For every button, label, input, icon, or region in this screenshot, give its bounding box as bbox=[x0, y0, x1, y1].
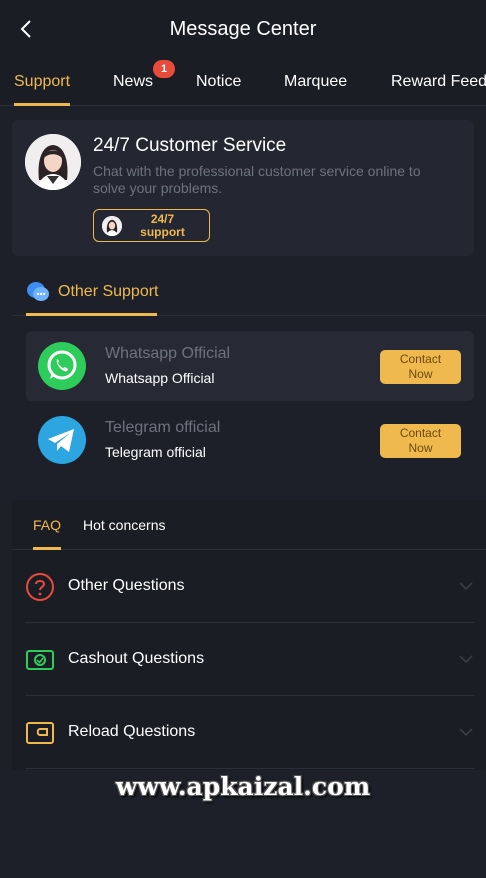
tab-hot-concerns[interactable]: Hot concerns bbox=[83, 500, 165, 550]
tab-faq[interactable]: FAQ bbox=[33, 500, 62, 550]
tab-marquee[interactable]: Marquee bbox=[284, 58, 347, 106]
tab-reward-feed[interactable]: Reward Feed bbox=[391, 58, 486, 106]
faq-item-reload-questions[interactable]: Reload Questions bbox=[25, 696, 474, 769]
tab-support[interactable]: Support bbox=[14, 58, 71, 106]
chevron-down-icon bbox=[459, 655, 473, 664]
whatsapp-icon bbox=[38, 342, 86, 390]
chevron-down-icon bbox=[459, 582, 473, 591]
chat-bubble-icon bbox=[27, 282, 49, 301]
faq-label-other: Other Questions bbox=[68, 577, 185, 594]
header: Message Center bbox=[0, 0, 486, 58]
agent-avatar-small-icon bbox=[102, 215, 122, 236]
tab-notice[interactable]: Notice bbox=[196, 58, 241, 106]
agent-avatar bbox=[25, 134, 81, 190]
chevron-down-icon bbox=[459, 728, 473, 737]
faq-section: FAQ Hot concerns Other Questions Cashout… bbox=[12, 500, 486, 770]
tab-notice-label: Notice bbox=[196, 73, 242, 90]
whatsapp-contact-button[interactable]: Contact Now bbox=[380, 350, 461, 384]
agent-avatar-small bbox=[102, 215, 122, 236]
telegram-name: Telegram official bbox=[105, 444, 206, 460]
service-description: Chat with the professional customer serv… bbox=[93, 163, 421, 196]
customer-service-card: 24/7 Customer Service Chat with the prof… bbox=[12, 120, 474, 256]
faq-item-other-questions[interactable]: Other Questions bbox=[25, 550, 474, 623]
chevron-left-icon bbox=[20, 20, 31, 38]
tab-other-support[interactable]: Other Support bbox=[26, 268, 159, 316]
tab-bar: Support News 1 Notice Marquee Reward Fee… bbox=[0, 58, 486, 106]
other-support-header: Other Support bbox=[12, 268, 486, 316]
page-title: Message Center bbox=[169, 17, 317, 40]
tab-faq-label: FAQ bbox=[33, 517, 62, 533]
wallet-icon bbox=[26, 722, 54, 744]
news-badge: 1 bbox=[153, 60, 176, 78]
telegram-icon bbox=[38, 416, 86, 464]
cashout-icon bbox=[26, 650, 54, 670]
faq-label-cashout: Cashout Questions bbox=[68, 650, 205, 667]
support-247-button[interactable]: 24/7 support bbox=[93, 209, 210, 242]
tab-reward-feed-label: Reward Feed bbox=[391, 73, 486, 90]
support-button-label: 24/7 support bbox=[140, 211, 185, 239]
tab-support-label: Support bbox=[14, 73, 71, 90]
contact-row-whatsapp: Whatsapp Official Whatsapp Official Cont… bbox=[26, 331, 474, 401]
contact-row-telegram: Telegram official Telegram official Cont… bbox=[26, 405, 474, 475]
agent-avatar-icon bbox=[25, 134, 81, 190]
tab-news[interactable]: News 1 bbox=[113, 58, 176, 106]
tab-news-label: News bbox=[113, 73, 154, 90]
other-support-label: Other Support bbox=[58, 283, 159, 300]
tab-hot-concerns-label: Hot concerns bbox=[83, 517, 166, 533]
tab-marquee-label: Marquee bbox=[284, 73, 348, 90]
telegram-subtitle: Telegram official bbox=[105, 419, 221, 436]
faq-label-reload: Reload Questions bbox=[68, 723, 196, 740]
whatsapp-name: Whatsapp Official bbox=[105, 370, 215, 386]
other-support-section: Other Support Whatsapp Official Whatsapp… bbox=[12, 268, 486, 490]
watermark: www.apkaizal.com bbox=[115, 772, 371, 801]
faq-item-cashout-questions[interactable]: Cashout Questions bbox=[25, 623, 474, 696]
telegram-contact-button[interactable]: Contact Now bbox=[380, 424, 461, 458]
faq-tab-bar: FAQ Hot concerns bbox=[12, 500, 486, 550]
question-circle-icon bbox=[26, 573, 54, 601]
whatsapp-subtitle: Whatsapp Official bbox=[105, 345, 231, 362]
service-title: 24/7 Customer Service bbox=[93, 135, 287, 156]
back-button[interactable] bbox=[8, 10, 44, 48]
